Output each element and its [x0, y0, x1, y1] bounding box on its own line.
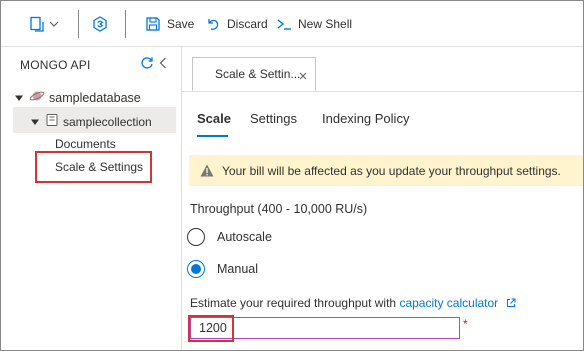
warning-banner: Your bill will be affected as you update…: [189, 155, 583, 186]
warning-text: Your bill will be affected as you update…: [222, 163, 561, 178]
documents-label: Documents: [55, 137, 116, 151]
save-label: Save: [167, 16, 195, 31]
radio-circle-selected[interactable]: [187, 260, 205, 278]
active-tab-indicator: [197, 135, 228, 137]
capacity-calculator-link[interactable]: capacity calculator: [399, 296, 498, 310]
undo-icon: [205, 16, 221, 32]
resource-tree-panel: MONGO API sampledatabase samplecollectio…: [1, 47, 182, 350]
estimate-label: Estimate your required throughput with: [190, 296, 400, 310]
toolbar-divider: [78, 10, 79, 38]
api-title: MONGO API: [20, 58, 91, 72]
tree-item-collection[interactable]: samplecollection: [31, 113, 152, 130]
new-container-button[interactable]: [29, 1, 59, 46]
database-icon: [29, 89, 45, 106]
required-mark: *: [463, 317, 468, 331]
tab-settings[interactable]: Settings: [250, 111, 297, 126]
highlight-box: [35, 151, 152, 183]
open-cosmos-button[interactable]: [92, 1, 108, 46]
toolbar-divider: [125, 10, 126, 38]
radio-circle[interactable]: [187, 228, 205, 246]
shell-icon: [276, 16, 292, 32]
app-window: Save Discard New Shell MONGO API sampled…: [0, 0, 584, 351]
tab-label: Scale & Settin...: [215, 67, 301, 81]
throughput-label: Throughput (400 - 10,000 RU/s): [190, 202, 368, 216]
tree-item-database[interactable]: sampledatabase: [15, 89, 141, 106]
tab-indexing-policy[interactable]: Indexing Policy: [322, 111, 409, 126]
new-shell-label: New Shell: [298, 16, 353, 31]
caret-down-icon: [15, 91, 23, 105]
discard-label: Discard: [227, 16, 268, 31]
save-button[interactable]: Save: [145, 1, 194, 46]
tab-scale[interactable]: Scale: [197, 111, 231, 126]
highlight-box: [188, 315, 234, 342]
estimate-text: Estimate your required throughput with c…: [190, 296, 516, 311]
radio-autoscale[interactable]: Autoscale: [187, 228, 272, 246]
chevron-down-icon: [49, 17, 59, 31]
manual-label: Manual: [217, 262, 258, 276]
discard-button[interactable]: Discard: [205, 1, 268, 46]
external-link-icon[interactable]: [506, 297, 516, 311]
collection-icon: [45, 113, 59, 130]
new-container-icon: [29, 16, 45, 32]
radio-manual[interactable]: Manual: [187, 260, 258, 278]
cosmos-icon: [92, 15, 108, 32]
refresh-icon[interactable]: [140, 56, 154, 73]
warning-icon: [200, 164, 214, 177]
close-icon[interactable]: [299, 69, 307, 83]
collapse-icon[interactable]: [159, 57, 167, 72]
autoscale-label: Autoscale: [217, 230, 272, 244]
new-shell-button[interactable]: New Shell: [276, 1, 352, 46]
command-bar: Save Discard New Shell: [1, 1, 583, 47]
tree-item-documents[interactable]: Documents: [55, 137, 116, 151]
save-icon: [145, 16, 161, 32]
tab-strip: Scale & Settin...: [182, 47, 583, 92]
tab-scale-settings[interactable]: Scale & Settin...: [192, 57, 316, 91]
database-label: sampledatabase: [49, 90, 141, 105]
collection-label: samplecollection: [63, 114, 152, 129]
caret-down-icon: [31, 115, 39, 129]
